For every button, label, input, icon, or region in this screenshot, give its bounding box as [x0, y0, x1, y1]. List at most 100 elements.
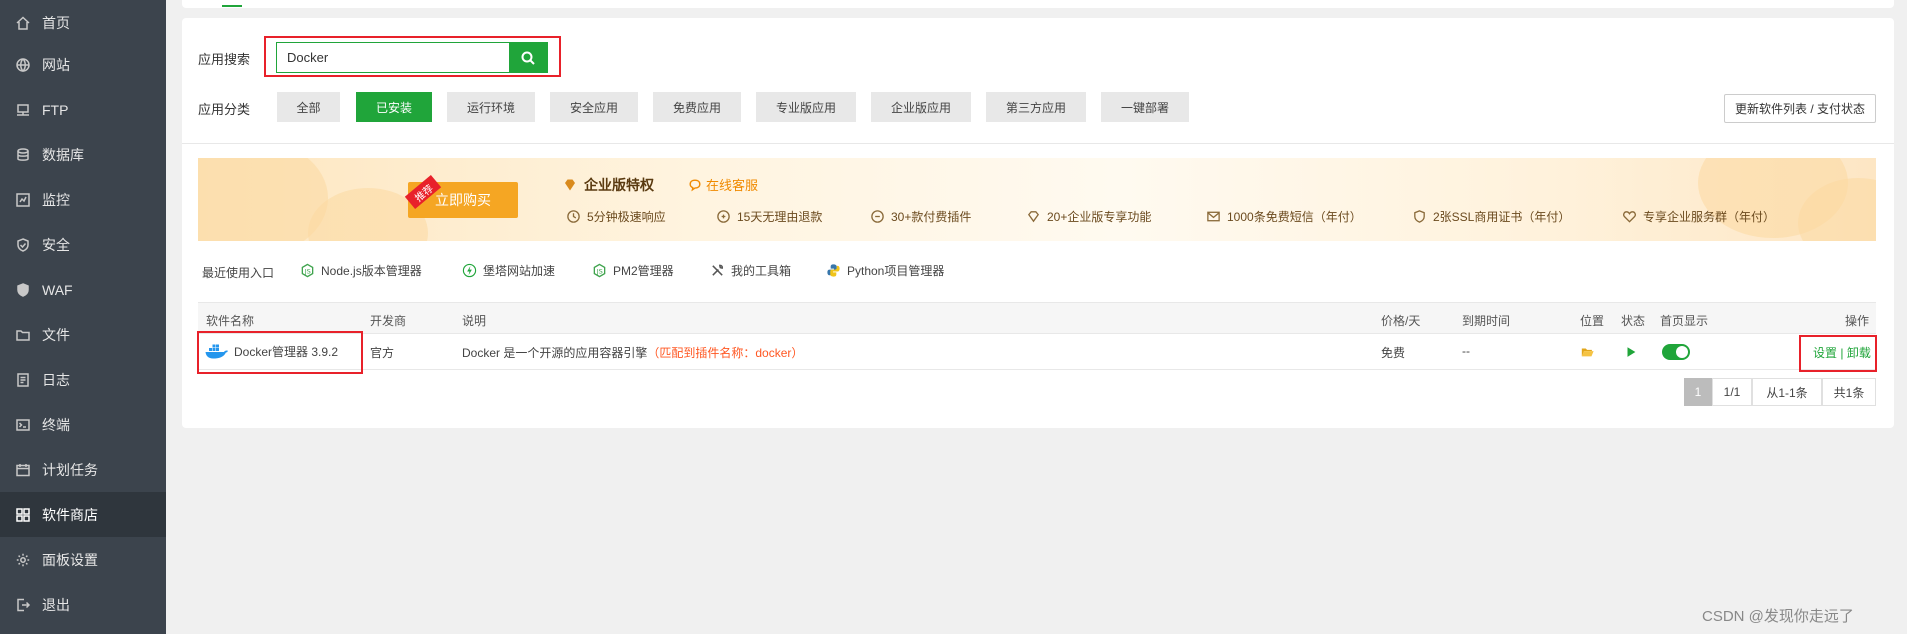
- globe-icon: [14, 56, 32, 74]
- logout-icon: [14, 596, 32, 614]
- col-developer: 开发商: [370, 314, 407, 328]
- shield-icon: [14, 236, 32, 254]
- feature-fast-response: 5分钟极速响应: [566, 208, 666, 225]
- col-description: 说明: [462, 314, 487, 328]
- top-tab-strip: [182, 0, 1894, 8]
- expire-cell: --: [1462, 344, 1470, 358]
- category-installed[interactable]: 已安装: [356, 92, 432, 122]
- sidebar-item-label: 软件商店: [42, 506, 98, 523]
- enterprise-title-text: 企业版特权: [584, 177, 654, 193]
- database-icon: [14, 146, 32, 164]
- refresh-software-list-button[interactable]: 更新软件列表 / 支付状态: [1724, 94, 1876, 123]
- table-header: 软件名称 开发商 说明 价格/天 到期时间 位置 状态 首页显示 操作: [198, 302, 1876, 334]
- sidebar-item-logs[interactable]: 日志: [0, 357, 166, 402]
- table-row: Docker管理器 3.9.2 官方 Docker 是一个开源的应用容器引擎（匹…: [198, 334, 1876, 370]
- pm2-icon: JS: [593, 263, 606, 278]
- category-free[interactable]: 免费应用: [653, 92, 741, 122]
- sidebar-item-website[interactable]: 网站: [0, 42, 166, 87]
- recent-pm2[interactable]: JS PM2管理器: [592, 262, 674, 279]
- folder-icon: [14, 326, 32, 344]
- category-enterprise[interactable]: 企业版应用: [871, 92, 971, 122]
- category-one-click-deploy[interactable]: 一键部署: [1101, 92, 1189, 122]
- page-range: 从1-1条: [1752, 378, 1822, 406]
- sidebar-item-label: 计划任务: [42, 461, 98, 478]
- refund-icon: [717, 210, 730, 223]
- online-service-link[interactable]: 在线客服: [688, 175, 758, 194]
- diamond-icon: [565, 179, 575, 191]
- terminal-icon: [14, 416, 32, 434]
- sidebar-item-panel-settings[interactable]: 面板设置: [0, 537, 166, 582]
- home-display-toggle[interactable]: [1662, 344, 1690, 360]
- price-cell: 免费: [1381, 346, 1406, 360]
- col-expire[interactable]: 到期时间: [1462, 312, 1510, 329]
- feature-paid-plugins: 30+款付费插件: [870, 208, 971, 225]
- feature-label: 1000条免费短信（年付）: [1227, 210, 1362, 224]
- sidebar-item-app-store[interactable]: 软件商店: [0, 492, 166, 537]
- recent-python[interactable]: Python项目管理器: [826, 262, 944, 279]
- feature-label: 30+款付费插件: [891, 210, 972, 224]
- recent-item-label: 我的工具箱: [731, 264, 792, 278]
- sidebar-item-files[interactable]: 文件: [0, 312, 166, 357]
- ssl-badge-icon: [1414, 210, 1425, 223]
- description-text: Docker 是一个开源的应用容器引擎: [462, 346, 648, 360]
- svg-text:JS: JS: [304, 267, 311, 275]
- sidebar-item-label: 文件: [42, 326, 70, 343]
- recent-site-accelerate[interactable]: 堡塔网站加速: [462, 262, 555, 279]
- open-folder-icon[interactable]: [1580, 345, 1595, 362]
- sidebar-item-logout[interactable]: 退出: [0, 582, 166, 627]
- col-price[interactable]: 价格/天: [1381, 312, 1420, 329]
- category-all[interactable]: 全部: [277, 92, 340, 122]
- feature-label: 20+企业版专享功能: [1047, 210, 1152, 224]
- feature-refund: 15天无理由退款: [716, 208, 822, 225]
- category-security[interactable]: 安全应用: [550, 92, 638, 122]
- recent-entries-label: 最近使用入口: [202, 266, 275, 280]
- feature-service-group: 专享企业服务群（年付）: [1622, 208, 1775, 225]
- category-label: 应用分类: [198, 102, 251, 117]
- sidebar-item-label: 日志: [42, 371, 70, 388]
- recent-item-label: 堡塔网站加速: [483, 264, 556, 278]
- name-highlight-box: [197, 331, 363, 374]
- page-current[interactable]: 1: [1684, 378, 1712, 406]
- svg-text:JS: JS: [596, 267, 603, 275]
- page-total: 共1条: [1822, 378, 1876, 406]
- tools-icon: [712, 264, 724, 276]
- match-note: （匹配到插件名称：docker）: [647, 346, 804, 360]
- nodejs-icon: JS: [301, 263, 314, 278]
- sidebar-item-label: WAF: [42, 281, 73, 298]
- category-runtime[interactable]: 运行环境: [447, 92, 535, 122]
- sidebar-item-waf[interactable]: WAF: [0, 267, 166, 312]
- recent-nodejs[interactable]: JS Node.js版本管理器: [300, 262, 422, 279]
- sidebar-item-label: 终端: [42, 416, 70, 433]
- mail-icon: [1207, 211, 1220, 222]
- sidebar-item-label: 面板设置: [42, 551, 98, 568]
- sidebar-item-security[interactable]: 安全: [0, 222, 166, 267]
- sidebar-item-terminal[interactable]: 终端: [0, 402, 166, 447]
- sidebar-item-home[interactable]: 首页: [0, 0, 166, 45]
- col-home-display: 首页显示: [1660, 314, 1709, 328]
- active-tab-indicator: [222, 5, 242, 7]
- col-name[interactable]: 软件名称: [206, 312, 254, 329]
- recent-item-label: Node.js版本管理器: [321, 264, 422, 278]
- sidebar-item-label: 网站: [42, 56, 70, 73]
- sidebar: 首页 网站 FTP 数据库 监控 安全 WAF 文件 日志 终端 计划任务 软件…: [0, 0, 166, 634]
- recent-item-label: Python项目管理器: [847, 264, 945, 278]
- recent-item-label: PM2管理器: [613, 264, 674, 278]
- play-icon[interactable]: [1624, 345, 1638, 362]
- feature-label: 专享企业服务群（年付）: [1643, 210, 1776, 224]
- category-pro[interactable]: 专业版应用: [756, 92, 856, 122]
- sidebar-item-label: FTP: [42, 101, 69, 118]
- category-third-party[interactable]: 第三方应用: [986, 92, 1086, 122]
- col-actions: 操作: [1845, 314, 1870, 328]
- sidebar-item-label: 监控: [42, 191, 70, 208]
- sidebar-item-ftp[interactable]: FTP: [0, 87, 166, 132]
- sidebar-item-cron[interactable]: 计划任务: [0, 447, 166, 492]
- recent-toolbox[interactable]: 我的工具箱: [710, 262, 791, 279]
- log-icon: [14, 371, 32, 389]
- col-status: 状态: [1621, 314, 1646, 328]
- sidebar-item-monitor[interactable]: 监控: [0, 177, 166, 222]
- sidebar-item-database[interactable]: 数据库: [0, 132, 166, 177]
- diamond-outline-icon: [1027, 211, 1040, 223]
- online-service-text: 在线客服: [706, 178, 759, 193]
- feature-label: 15天无理由退款: [737, 210, 823, 224]
- sidebar-item-label: 首页: [42, 14, 70, 31]
